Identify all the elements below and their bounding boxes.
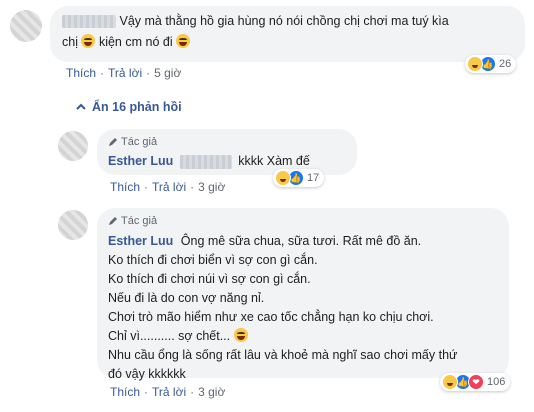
comment-actions: Thích · Trả lời · 5 giờ	[66, 66, 181, 80]
separator: ·	[144, 180, 149, 194]
hide-replies-toggle[interactable]: Ẩn 16 phản hồi	[76, 100, 182, 114]
author-name[interactable]: Esther Luu	[108, 234, 173, 248]
hide-replies-label: Ẩn 16 phản hồi	[92, 100, 182, 114]
blurred-commenter-name	[62, 15, 116, 29]
author-avatar[interactable]	[58, 131, 88, 161]
author-badge: Tác giả	[108, 134, 346, 150]
reaction-summary[interactable]: 👍 ❤ 106	[440, 373, 511, 391]
reaction-count: 17	[307, 172, 320, 184]
blurred-tagged-name	[179, 154, 232, 169]
comment-bubble: Vậy mà thằng hồ gia hùng nó nói chồng ch…	[50, 6, 525, 62]
laughing-emoji-icon	[81, 34, 96, 48]
reply-text-line-4: Nếu đi là do con vợ năng nỉ.	[108, 291, 265, 305]
author-badge: Tác giả	[108, 213, 498, 229]
pencil-icon	[109, 138, 117, 146]
reply-bubble: Tác giả Esther Luu Ông mê sữa chua, sữa …	[97, 208, 509, 381]
author-name[interactable]: Esther Luu	[108, 154, 173, 168]
reply-link[interactable]: Trả lời	[152, 385, 186, 399]
haha-reaction-icon	[467, 56, 483, 72]
commenter-avatar[interactable]	[10, 10, 42, 42]
reply-link[interactable]: Trả lời	[152, 180, 186, 194]
reply-text-line-1: Ông mê sữa chua, sữa tươi. Rất mê đồ ăn.	[180, 234, 422, 248]
reply-text-line-5: Chơi trò mão hiểm như xe cao tốc chẳng h…	[108, 310, 434, 324]
pencil-icon	[109, 217, 117, 225]
collapse-arrow-icon	[76, 103, 86, 110]
separator: ·	[190, 385, 195, 399]
haha-reaction-icon	[275, 170, 291, 186]
timestamp[interactable]: 3 giờ	[198, 180, 225, 194]
comment-text-line-2b: kiện cm nó đi	[98, 35, 173, 49]
separator: ·	[190, 180, 195, 194]
comment-text-line-1: Vậy mà thằng hồ gia hùng nó nói chồng ch…	[119, 14, 449, 28]
reaction-count: 26	[499, 58, 512, 70]
reply-text: kkkk Xàm đế	[238, 154, 310, 168]
like-link[interactable]: Thích	[110, 385, 140, 399]
separator: ·	[100, 66, 105, 80]
haha-reaction-icon	[442, 374, 458, 390]
author-badge-label: Tác giả	[121, 136, 158, 148]
reply-link[interactable]: Trả lời	[108, 66, 142, 80]
comment-text-line-2a: chị	[62, 35, 78, 49]
reaction-summary[interactable]: 👍 26	[465, 55, 517, 73]
reply-text-line-2: Ko thích đi chơi biển vì sợ con gì cắn.	[108, 253, 318, 267]
timestamp[interactable]: 5 giờ	[154, 66, 181, 80]
reply-text-line-3: Ko thích đi chơi núi vì sợ con gì cắn.	[108, 272, 311, 286]
reaction-count: 106	[487, 376, 506, 388]
reply-text-line-7: Nhu cầu ổng là sống rất lâu và khoẻ mà n…	[108, 348, 458, 362]
laughing-emoji-icon	[233, 328, 248, 342]
heart-reaction-icon: ❤	[468, 374, 484, 390]
reply-text-line-6: Chỉ vì.......... sợ chết...	[108, 329, 231, 343]
separator: ·	[144, 385, 149, 399]
reply-actions: Thích · Trả lời · 3 giờ	[110, 180, 225, 194]
reply-bubble: Tác giả Esther Luu kkkk Xàm đế	[97, 129, 357, 175]
like-link[interactable]: Thích	[110, 180, 140, 194]
timestamp[interactable]: 3 giờ	[198, 385, 225, 399]
reply-actions: Thích · Trả lời · 3 giờ	[110, 385, 225, 399]
author-avatar[interactable]	[58, 210, 88, 240]
author-badge-label: Tác giả	[121, 215, 158, 227]
laughing-emoji-icon	[176, 34, 191, 48]
separator: ·	[146, 66, 151, 80]
reaction-summary[interactable]: 👍 17	[273, 169, 325, 187]
like-link[interactable]: Thích	[66, 66, 96, 80]
